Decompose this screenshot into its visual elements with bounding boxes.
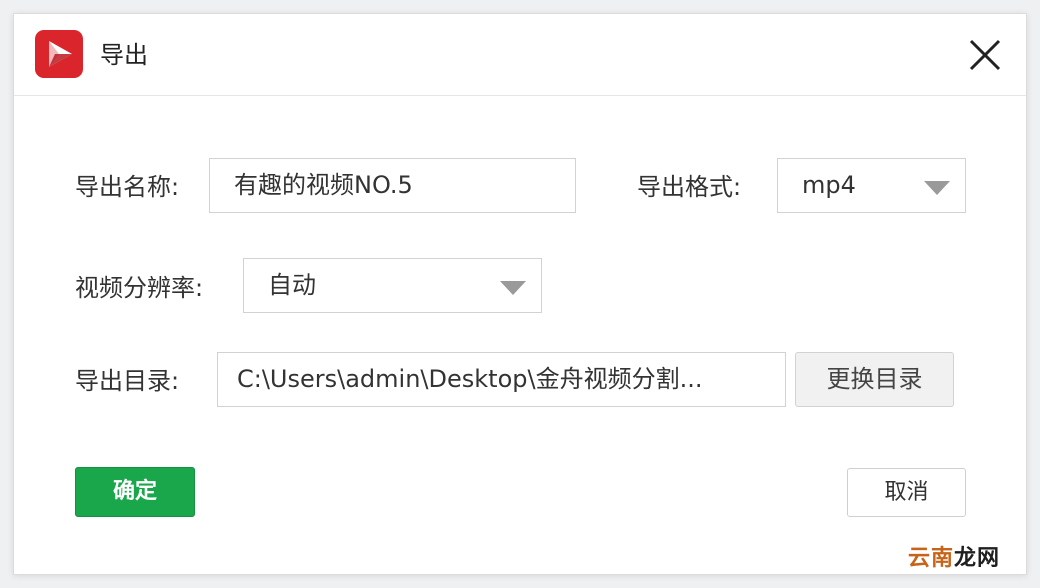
- resolution-label: 视频分辨率:: [75, 274, 204, 302]
- export-name-input[interactable]: 有趣的视频NO.5: [209, 158, 576, 213]
- change-dir-button[interactable]: 更换目录: [795, 352, 954, 407]
- resolution-value: 自动: [268, 271, 316, 299]
- output-dir-value: C:\Users\admin\Desktop\金舟视频分割...: [237, 365, 703, 393]
- cancel-button[interactable]: 取消: [847, 468, 966, 517]
- watermark-part2: 龙网: [954, 546, 1001, 571]
- close-icon[interactable]: [966, 36, 1004, 74]
- chevron-down-icon: [924, 181, 950, 195]
- watermark-part1: 云南: [908, 546, 955, 571]
- export-format-value: mp4: [802, 171, 856, 199]
- output-dir-label: 导出目录:: [75, 367, 180, 395]
- dialog-titlebar: 导出: [14, 14, 1026, 96]
- export-name-label: 导出名称:: [75, 173, 180, 201]
- output-dir-input[interactable]: C:\Users\admin\Desktop\金舟视频分割...: [217, 352, 786, 407]
- dialog-title: 导出: [100, 41, 148, 69]
- confirm-button[interactable]: 确定: [75, 467, 195, 517]
- export-format-label: 导出格式:: [637, 173, 742, 201]
- chevron-down-icon: [500, 281, 526, 295]
- watermark: 云南龙网: [908, 545, 1000, 573]
- export-format-select[interactable]: mp4: [777, 158, 966, 213]
- export-dialog: 导出 导出名称: 有趣的视频NO.5 导出格式: mp4 视频分辨率: 自动 导…: [13, 13, 1027, 575]
- resolution-select[interactable]: 自动: [243, 258, 542, 313]
- export-name-value: 有趣的视频NO.5: [234, 171, 413, 199]
- video-play-logo-icon: [35, 30, 83, 78]
